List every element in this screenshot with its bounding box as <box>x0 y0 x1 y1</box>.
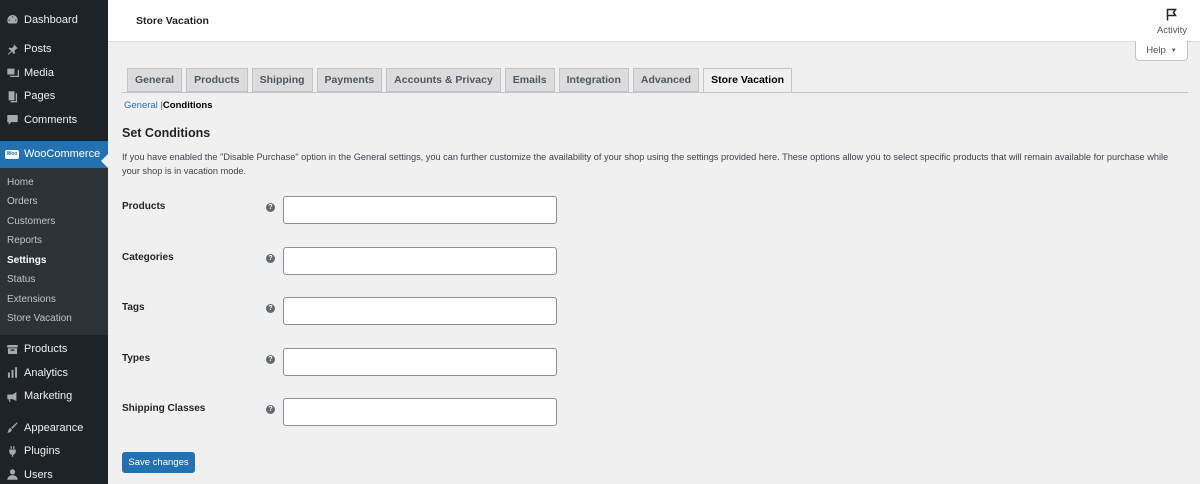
submenu-reports[interactable]: Reports <box>0 231 108 251</box>
dashboard-icon <box>5 13 19 27</box>
field-label-types: Types <box>122 353 151 364</box>
menu-analytics-label: Analytics <box>24 366 69 379</box>
submenu-extensions[interactable]: Extensions <box>0 290 108 310</box>
field-label-tags: Tags <box>122 302 145 313</box>
shipping-classes-select-input[interactable] <box>283 398 557 426</box>
menu-comments-label: Comments <box>24 113 78 126</box>
tab-emails[interactable]: Emails <box>504 68 555 92</box>
subnav-general-link[interactable]: General <box>124 100 158 111</box>
save-changes-button[interactable]: Save changes <box>122 452 195 473</box>
menu-products-label: Products <box>24 343 68 356</box>
tab-integration[interactable]: Integration <box>558 68 629 92</box>
help-button[interactable]: Help ▼ <box>1135 41 1188 61</box>
page-title: Store Vacation <box>136 15 209 27</box>
page-icon <box>5 89 19 103</box>
menu-appearance-label: Appearance <box>24 421 84 434</box>
flag-icon <box>1166 8 1177 21</box>
tab-products[interactable]: Products <box>186 68 248 92</box>
tags-select-input[interactable] <box>283 297 557 325</box>
help-tip-icon[interactable]: ? <box>266 405 275 414</box>
submenu-customers[interactable]: Customers <box>0 212 108 232</box>
field-row-tags: Tags ? <box>122 297 562 325</box>
menu-posts-label: Posts <box>24 43 52 56</box>
menu-marketing-label: Marketing <box>24 390 73 403</box>
menu-media-label: Media <box>24 66 54 79</box>
tab-store-vacation[interactable]: Store Vacation <box>703 68 793 93</box>
field-row-products: Products ? <box>122 196 562 224</box>
user-icon <box>5 468 19 482</box>
field-label-shipping-classes: Shipping Classes <box>122 403 206 414</box>
pin-icon <box>5 42 19 56</box>
menu-woocommerce-label: WooCommerce <box>24 148 101 160</box>
subnav-conditions: Conditions <box>162 100 213 111</box>
menu-pages[interactable]: Pages <box>0 85 108 109</box>
top-bar: Store Vacation Activity <box>108 0 1200 42</box>
help-tip-icon[interactable]: ? <box>266 304 275 313</box>
field-row-categories: Categories ? <box>122 247 562 275</box>
section-subnav: General |Conditions <box>124 100 213 111</box>
activity-button[interactable]: Activity <box>1154 8 1190 36</box>
brush-icon <box>5 421 19 435</box>
tab-payments[interactable]: Payments <box>316 68 383 92</box>
menu-appearance[interactable]: Appearance <box>0 416 108 440</box>
woocommerce-icon: Woo <box>5 149 19 159</box>
tab-shipping[interactable]: Shipping <box>251 68 313 92</box>
analytics-icon <box>5 366 19 380</box>
tab-general[interactable]: General <box>127 68 183 92</box>
types-select-input[interactable] <box>283 348 557 376</box>
tab-accounts-privacy[interactable]: Accounts & Privacy <box>386 68 501 92</box>
submenu-status[interactable]: Status <box>0 270 108 290</box>
categories-select-input[interactable] <box>283 247 557 275</box>
section-description: If you have enabled the "Disable Purchas… <box>122 152 1169 176</box>
menu-users[interactable]: Users <box>0 463 108 484</box>
media-icon <box>5 66 19 80</box>
menu-media[interactable]: Media <box>0 61 108 85</box>
menu-dashboard[interactable]: Dashboard <box>0 8 108 32</box>
field-row-types: Types ? <box>122 348 562 376</box>
help-tip-icon[interactable]: ? <box>266 355 275 364</box>
submenu-home[interactable]: Home <box>0 173 108 193</box>
field-label-products: Products <box>122 201 166 212</box>
activity-label: Activity <box>1156 25 1188 36</box>
plugin-icon <box>5 444 19 458</box>
menu-posts[interactable]: Posts <box>0 38 108 62</box>
section-title: Set Conditions <box>122 126 211 140</box>
field-label-categories: Categories <box>122 252 174 263</box>
menu-analytics[interactable]: Analytics <box>0 361 108 385</box>
help-label: Help <box>1146 45 1166 56</box>
submenu-store-vacation[interactable]: Store Vacation <box>0 309 108 329</box>
help-tip-icon[interactable]: ? <box>266 203 275 212</box>
menu-pages-label: Pages <box>24 90 56 103</box>
megaphone-icon <box>5 389 19 403</box>
menu-marketing[interactable]: Marketing <box>0 385 108 409</box>
menu-products[interactable]: Products <box>0 338 108 362</box>
menu-dashboard-label: Dashboard <box>24 13 78 26</box>
archive-icon <box>5 342 19 356</box>
woocommerce-submenu: Home Orders Customers Reports Settings S… <box>0 153 108 335</box>
products-select-input[interactable] <box>283 196 557 224</box>
caret-down-icon: ▼ <box>1170 47 1177 54</box>
tab-advanced[interactable]: Advanced <box>632 68 700 92</box>
field-row-shipping-classes: Shipping Classes ? <box>122 398 562 426</box>
menu-comments[interactable]: Comments <box>0 108 108 132</box>
submenu-settings[interactable]: Settings <box>0 251 108 271</box>
settings-tabs: General Products Shipping Payments Accou… <box>127 68 793 93</box>
menu-plugins-label: Plugins <box>24 445 61 458</box>
menu-users-label: Users <box>24 468 53 481</box>
comment-icon <box>5 113 19 127</box>
menu-woocommerce[interactable]: Woo WooCommerce <box>0 140 108 168</box>
menu-plugins[interactable]: Plugins <box>0 440 108 464</box>
help-tip-icon[interactable]: ? <box>266 254 275 263</box>
tabs-divider <box>122 92 1188 93</box>
submenu-orders[interactable]: Orders <box>0 192 108 212</box>
admin-sidebar: Dashboard Posts Media Pages Comments Woo… <box>0 0 108 484</box>
